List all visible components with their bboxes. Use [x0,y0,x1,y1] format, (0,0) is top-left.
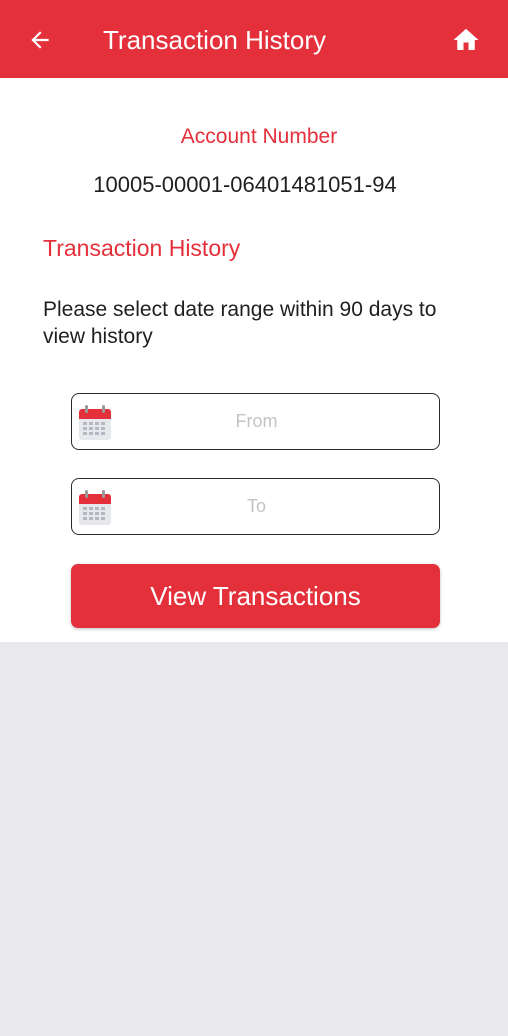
from-date-field[interactable]: From [71,393,440,450]
instruction-text: Please select date range within 90 days … [43,298,437,348]
home-icon [453,28,479,50]
to-date-field[interactable]: To [71,478,440,535]
account-number-value: 10005-00001-06401481051-94 [93,172,397,197]
home-button[interactable] [446,22,486,58]
from-placeholder: From [235,411,278,431]
main-content: Account Number 10005-00001-06401481051-9… [0,78,508,642]
section-title: Transaction History [43,235,241,261]
view-transactions-button[interactable]: View Transactions [71,564,440,628]
page-title: Transaction History [103,25,326,55]
arrow-left-icon [31,31,49,49]
top-app-bar: Transaction History [0,0,508,78]
to-placeholder: To [246,496,266,516]
account-number-label: Account Number [180,125,338,148]
empty-area [0,642,508,1036]
back-button[interactable] [20,22,60,58]
